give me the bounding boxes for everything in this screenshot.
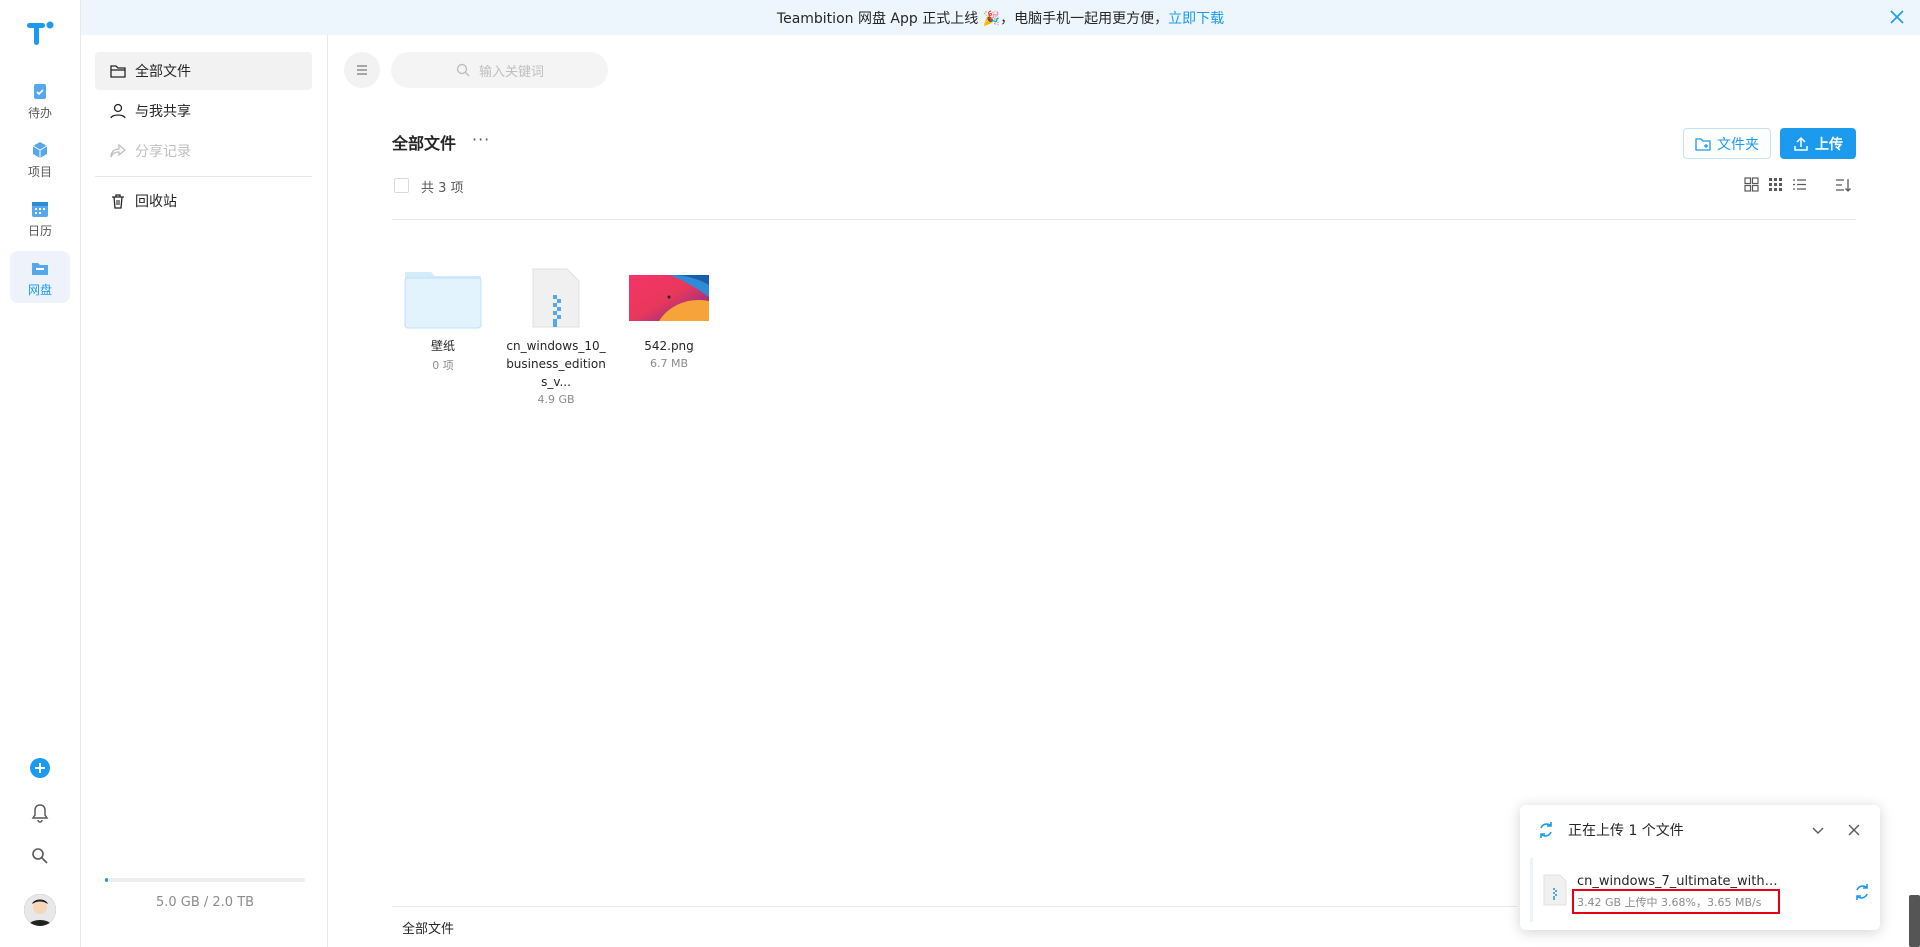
user-icon [110,103,126,119]
file-name: 壁纸 [430,339,455,353]
rail-item-todo[interactable]: 待办 [10,74,70,126]
rail-item-label: 日历 [27,224,52,238]
storage-progress-fill [105,878,108,882]
calendar-icon [32,202,48,217]
header-divider [392,219,1856,220]
storage-usage-text: 5.0 GB / 2.0 TB [155,895,255,910]
upload-panel-title: 正在上传 1 个文件 [1568,823,1684,839]
trash-icon [112,194,124,209]
banner-text: Teambition 网盘 App 正式上线 🎉，电脑手机一起用更方便， [776,10,1169,27]
folder-thumbnail [391,265,495,331]
search-input[interactable]: 输入关键词 [391,52,608,88]
sync-icon [1540,822,1552,838]
wallpaper-image-icon [629,275,709,321]
nav-item-share-history[interactable]: 分享记录 [95,132,312,170]
image-thumbnail [617,265,721,331]
zip-file-icon [1543,874,1567,906]
close-icon[interactable] [1888,8,1906,26]
avatar[interactable] [24,894,56,926]
app-rail: 待办 项目 日历 网盘 [0,0,81,947]
drive-sidebar: 全部文件 与我共享 分享记录 回收站 5.0 GB / 2.0 TB [81,35,328,947]
announcement-banner: Teambition 网盘 App 正式上线 🎉，电脑手机一起用更方便， 立即下… [81,0,1920,35]
view-switcher [1743,176,1808,193]
upload-button[interactable]: 上传 [1780,128,1856,159]
file-item-zip[interactable]: cn_windows_10_business_editions_v... 4.9… [504,265,608,406]
cube-icon [32,142,48,158]
upload-progress-panel: 正在上传 1 个文件 cn_windows_7_ultimate_with_s.… [1520,805,1880,930]
retry-icon[interactable] [1852,882,1872,902]
nav-item-recycle-bin[interactable]: 回收站 [95,182,312,220]
nav-item-label: 分享记录 [135,144,191,160]
file-name: cn_windows_10_business_editions_v... [506,339,606,389]
banner-download-link[interactable]: 立即下载 [1168,8,1224,28]
chevron-down-icon[interactable] [1809,821,1827,839]
close-icon[interactable] [1845,821,1863,839]
breadcrumb[interactable]: 全部文件 [402,918,454,937]
file-name: 542.png [644,339,694,353]
file-meta: 4.9 GB [537,393,575,406]
rail-item-label: 网盘 [27,283,52,297]
list-view-icon[interactable] [1791,176,1808,193]
bell-icon[interactable] [27,800,53,826]
file-item-image[interactable]: 542.png 6.7 MB [617,265,721,370]
rail-item-calendar[interactable]: 日历 [10,192,70,244]
search-placeholder: 输入关键词 [478,64,544,80]
upload-icon [1794,136,1808,151]
zip-file-icon [532,268,580,328]
folder-icon [110,65,126,78]
rail-item-label: 待办 [27,106,52,120]
rail-item-label: 项目 [27,165,52,179]
large-grid-view-icon[interactable] [1743,176,1760,193]
clipboard-icon [34,84,46,99]
folder-icon [404,272,482,329]
select-all-checkbox[interactable] [394,178,409,193]
file-meta: 0 项 [432,359,454,372]
avatar-image-icon [24,894,56,926]
menu-icon [357,65,367,75]
sort-icon[interactable] [1834,176,1852,194]
storage-progress-bar [105,878,305,882]
nav-item-shared-with-me[interactable]: 与我共享 [95,92,312,130]
nav-item-label: 回收站 [135,194,177,210]
new-folder-button[interactable]: 文件夹 [1683,128,1771,159]
scrollbar[interactable] [1909,895,1920,947]
file-meta: 6.7 MB [649,357,689,370]
upload-file-name: cn_windows_7_ultimate_with_s... [1577,874,1779,889]
small-grid-view-icon[interactable] [1767,176,1784,193]
new-folder-label: 文件夹 [1717,136,1759,153]
nav-item-all-files[interactable]: 全部文件 [95,52,312,90]
rail-item-project[interactable]: 项目 [10,133,70,185]
upload-label: 上传 [1815,136,1843,153]
folder-drive-icon [32,263,48,275]
folder-add-icon [1695,137,1711,151]
rail-item-drive[interactable]: 网盘 [10,251,70,303]
zip-thumbnail [504,265,608,331]
file-item-folder[interactable]: 壁纸 0 项 [391,265,495,373]
highlight-box [1572,889,1780,914]
teambition-logo[interactable] [26,20,54,50]
collapse-sidebar-button[interactable] [344,52,380,88]
page-title: 全部文件 [392,134,457,153]
nav-divider [95,176,312,177]
nav-item-label: 与我共享 [135,104,191,120]
nav-item-label: 全部文件 [135,64,191,80]
footer-divider [392,906,1517,907]
more-options-button[interactable]: ··· [472,130,490,149]
share-icon [110,143,127,158]
search-icon [456,63,470,77]
search-icon[interactable] [27,843,53,869]
item-count: 共 3 项 [421,181,464,196]
upload-file-row: cn_windows_7_ultimate_with_s... 3.42 GB … [1530,858,1870,922]
add-icon[interactable] [27,755,53,781]
